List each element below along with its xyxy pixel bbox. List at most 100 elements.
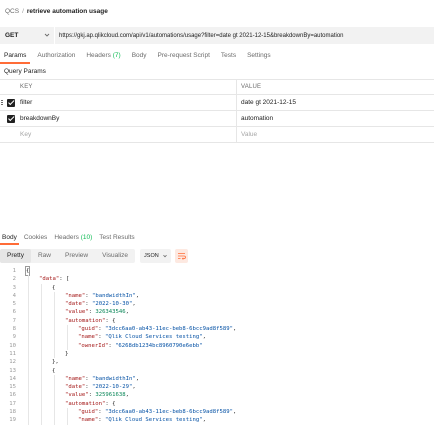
indent-guide xyxy=(67,341,68,350)
indent-guide xyxy=(54,291,55,301)
code-line: 6 "value": 326343546, xyxy=(0,308,434,317)
tab-pre-request-script[interactable]: Pre-request Script xyxy=(154,50,214,64)
line-number: 10 xyxy=(9,342,16,349)
wrap-lines-button[interactable] xyxy=(175,249,189,263)
indent-guide xyxy=(28,391,29,400)
indent-guide xyxy=(28,416,29,425)
param-key-filter[interactable]: filter xyxy=(20,99,32,106)
code-text: { xyxy=(52,284,56,291)
code-line: 5 "date": "2022-10-30", xyxy=(0,300,434,309)
indent-guide xyxy=(28,291,29,301)
column-divider xyxy=(236,111,237,127)
tab-headers[interactable]: Headers (7) xyxy=(82,50,124,64)
param-checkbox-filter[interactable] xyxy=(7,98,15,107)
header-check-cell xyxy=(0,79,16,95)
indent-guide xyxy=(28,374,29,384)
indent-guide xyxy=(28,316,29,326)
new-param-value-input[interactable]: Value xyxy=(241,131,257,138)
param-checkbox-breakdownby[interactable] xyxy=(7,114,15,123)
drag-handle-icon[interactable] xyxy=(1,99,4,106)
indent-guide xyxy=(41,325,42,334)
code-line: 19 "name": "Qlik Cloud Services testing", xyxy=(0,416,434,425)
line-number: 3 xyxy=(12,284,16,291)
indent-guide xyxy=(54,349,55,359)
indent-guide xyxy=(28,325,29,334)
indent-guide xyxy=(54,399,55,409)
language-select[interactable]: JSON xyxy=(140,249,172,263)
code-line: 15 "date": "2022-10-29", xyxy=(0,383,434,392)
response-tab-cookies[interactable]: Cookies xyxy=(22,233,49,245)
code-line: 18 "guid": "3dcc6aa0-ab43-11ec-beb8-6bcc9… xyxy=(0,408,434,417)
line-number: 15 xyxy=(9,384,16,391)
request-name[interactable]: retrieve automation usage xyxy=(27,8,108,15)
tab-count-badge: (10) xyxy=(80,234,93,241)
indent-guide xyxy=(67,325,68,334)
tab-params[interactable]: Params xyxy=(0,50,31,64)
code-line: 17 "automation": { xyxy=(0,399,434,409)
code-line: 13 { xyxy=(0,366,434,375)
indent-guide xyxy=(41,358,42,367)
code-text: "data": [ xyxy=(39,276,70,283)
code-text: "name": "Qlik Cloud Services testing", xyxy=(78,417,207,424)
indent-guide xyxy=(54,341,55,350)
indent-guide xyxy=(41,408,42,417)
column-divider[interactable] xyxy=(236,80,237,96)
line-number: 17 xyxy=(9,400,16,407)
view-mode-pretty[interactable]: Pretty xyxy=(0,249,31,263)
indent-guide xyxy=(54,416,55,425)
breadcrumb-parent[interactable]: QCS xyxy=(5,8,19,15)
param-value-breakdownby[interactable]: automation xyxy=(241,115,273,122)
url-input[interactable]: https://gkj.ap.qlikcloud.com/api/v1/auto… xyxy=(55,27,434,44)
indent-guide xyxy=(41,391,42,400)
breadcrumb: QCS / retrieve automation usage xyxy=(5,6,108,16)
code-text: "ownerId": "6268db1234bc8960790e6ebb" xyxy=(78,342,203,349)
indent-guide xyxy=(67,333,68,342)
indent-guide xyxy=(54,308,55,317)
indent-guide xyxy=(28,383,29,392)
tab-label: Headers xyxy=(86,52,111,59)
line-number: 2 xyxy=(12,276,16,283)
line-number: 13 xyxy=(9,367,16,374)
indent-guide xyxy=(54,391,55,400)
tab-label: Headers xyxy=(54,234,79,241)
indent-guide xyxy=(67,408,68,417)
view-mode-visualize[interactable]: Visualize xyxy=(95,249,135,263)
view-mode-preview[interactable]: Preview xyxy=(58,249,95,263)
chevron-down-icon xyxy=(163,254,167,258)
response-tab-test-results[interactable]: Test Results xyxy=(97,233,136,245)
tab-body[interactable]: Body xyxy=(128,50,151,64)
param-key-breakdownby[interactable]: breakdownBy xyxy=(20,115,59,122)
new-param-key-input[interactable]: Key xyxy=(20,131,31,138)
code-text: "guid": "3dcc6aa0-ab43-11ec-beb8-6bcc9ad… xyxy=(78,409,237,416)
indent-guide xyxy=(28,408,29,417)
param-value-filter[interactable]: date gt 2021-12-15 xyxy=(241,99,296,106)
indent-guide xyxy=(28,349,29,359)
chevron-down-icon xyxy=(44,33,50,37)
code-line: 11} xyxy=(0,349,434,359)
indent-guide xyxy=(28,275,29,284)
indent-guide xyxy=(41,308,42,317)
param-check-cell xyxy=(0,111,16,127)
param-row-new: Key Value xyxy=(0,127,434,143)
tab-label: Authorization xyxy=(37,52,76,59)
method-select[interactable]: GET xyxy=(0,27,54,44)
indent-guide xyxy=(41,291,42,301)
indent-guide xyxy=(54,383,55,392)
request-tabs: Params Authorization Headers (7) Body Pre-re… xyxy=(0,50,278,64)
response-tab-body[interactable]: Body xyxy=(0,233,19,245)
language-label: JSON xyxy=(144,253,159,259)
param-check-cell xyxy=(0,95,16,111)
tab-tests[interactable]: Tests xyxy=(217,50,240,64)
query-params-table: KEY VALUE filter date gt 2021-12-15 brea… xyxy=(0,79,434,143)
tab-count-badge: (7) xyxy=(112,52,121,59)
response-toolbar: Pretty Raw Preview Visualize JSON xyxy=(0,249,189,263)
response-tab-headers[interactable]: Headers (10) xyxy=(52,233,94,245)
tab-settings[interactable]: Settings xyxy=(243,50,275,64)
view-mode-raw[interactable]: Raw xyxy=(31,249,58,263)
response-body-code[interactable]: 1{2 "data": [3{4 "name": "bandwidthIn", 5 "d… xyxy=(0,265,434,425)
code-text: "name": "bandwidthIn", xyxy=(65,375,140,382)
indent-guide xyxy=(41,383,42,392)
indent-guide xyxy=(54,325,55,334)
tab-authorization[interactable]: Authorization xyxy=(33,50,79,64)
param-row: breakdownBy automation xyxy=(0,111,434,127)
